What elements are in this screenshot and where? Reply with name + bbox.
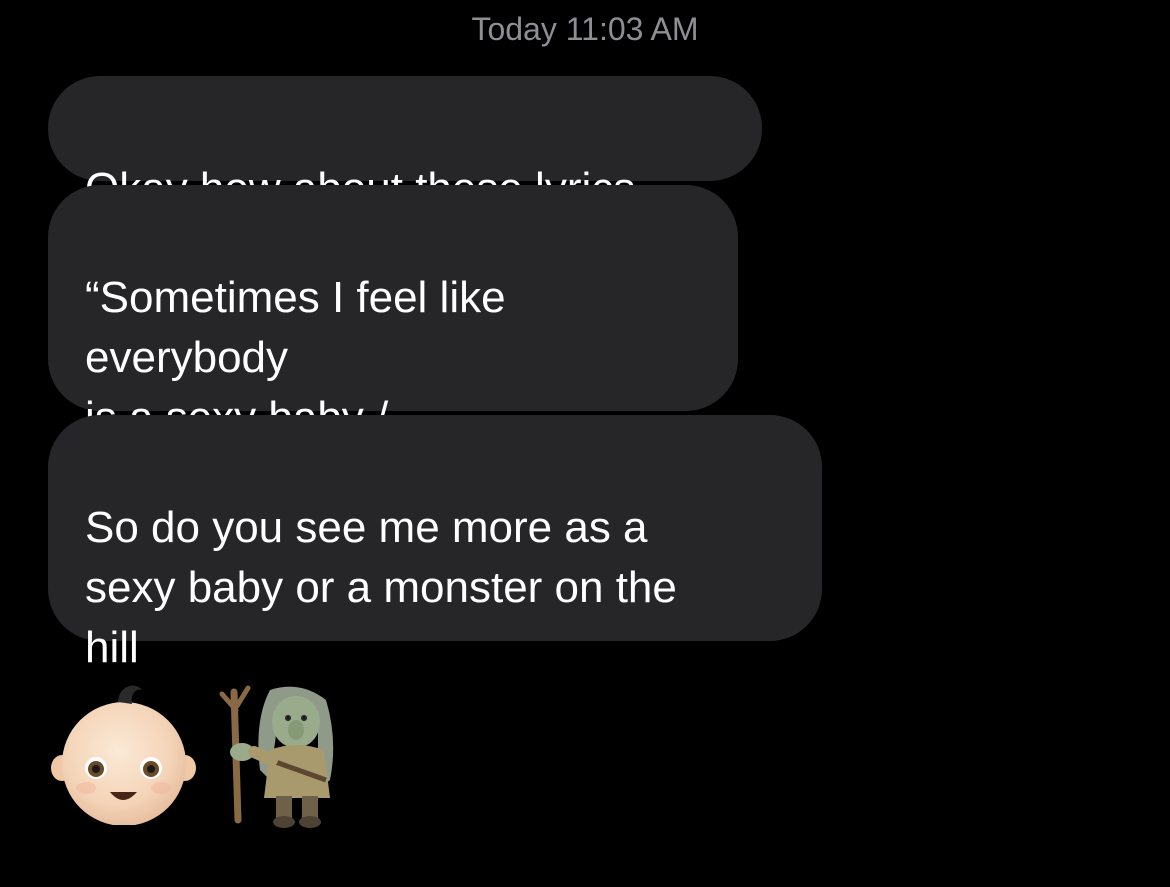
baby-emoji-icon bbox=[51, 685, 196, 825]
message-bubble[interactable]: So do you see me more as a sexy baby or … bbox=[48, 415, 822, 672]
message-bubble[interactable]: Okay how about these lyrics bbox=[48, 76, 762, 213]
message-timestamp: Today 11:03 AM bbox=[471, 11, 699, 47]
message-bubble[interactable]: “Sometimes I feel like everybody is a se… bbox=[48, 185, 738, 502]
emoji-message[interactable] bbox=[48, 680, 358, 830]
troll-emoji-icon bbox=[219, 685, 334, 828]
message-text: So do you see me more as a sexy baby or … bbox=[85, 503, 677, 672]
